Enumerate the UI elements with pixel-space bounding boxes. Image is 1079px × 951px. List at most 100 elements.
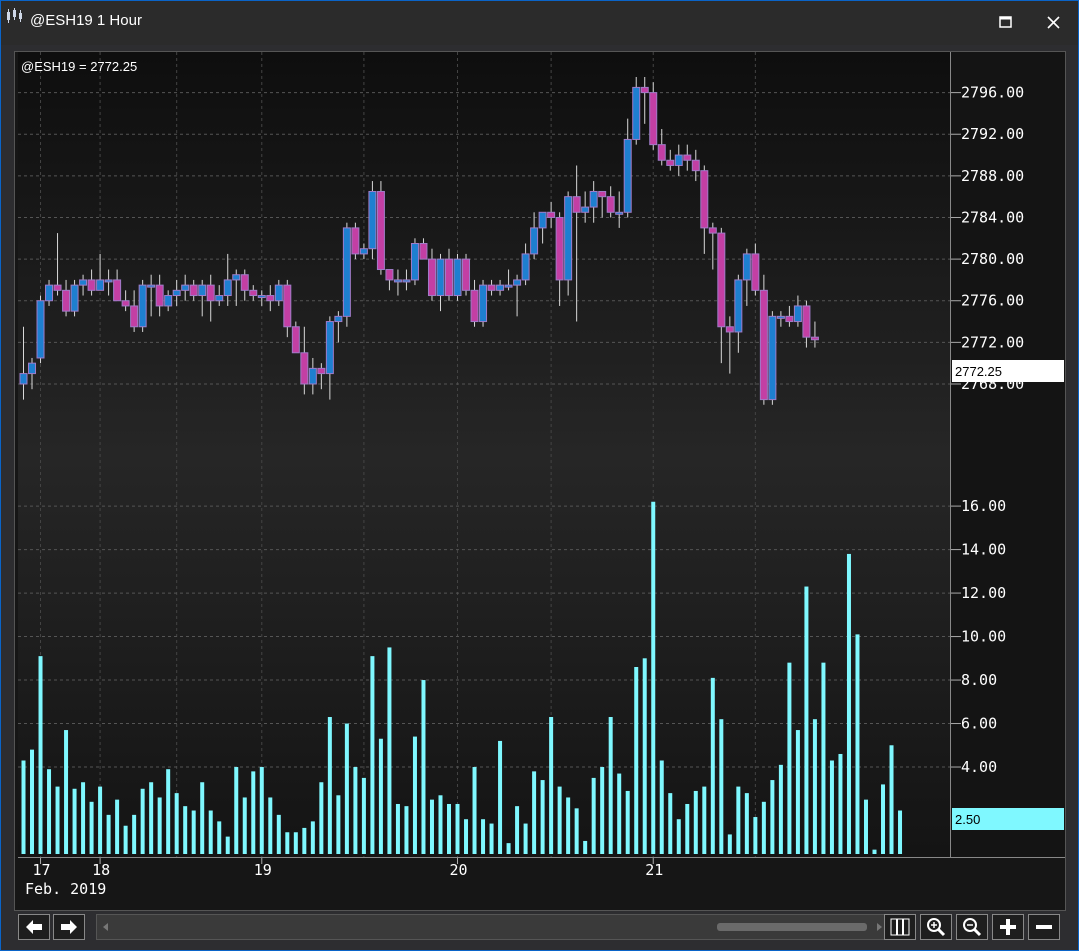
volume-bar bbox=[693, 790, 698, 854]
volume-tick-label: 14.00 bbox=[961, 541, 1006, 559]
maximize-button[interactable] bbox=[991, 7, 1021, 37]
candle bbox=[632, 77, 641, 145]
volume-bar bbox=[302, 827, 307, 854]
scroll-left-button[interactable] bbox=[18, 914, 50, 940]
last-volume-marker: 2.50 bbox=[952, 808, 1064, 830]
bar-spacing-button[interactable] bbox=[884, 914, 916, 940]
volume-tick-label: 16.00 bbox=[961, 497, 1006, 515]
candle-body-down bbox=[683, 154, 692, 161]
candle-body-down bbox=[113, 279, 122, 302]
scrollbar-thumb[interactable] bbox=[717, 923, 867, 931]
columns-icon bbox=[890, 918, 910, 936]
candle-body-down bbox=[317, 367, 326, 375]
volume-bar bbox=[812, 719, 817, 854]
volume-bar bbox=[268, 797, 273, 854]
volume-bar bbox=[668, 793, 673, 854]
volume-bar bbox=[81, 782, 86, 854]
volume-bar bbox=[447, 803, 451, 854]
scroll-right-button[interactable] bbox=[53, 914, 85, 940]
candle-body-down bbox=[266, 295, 275, 302]
volume-bar bbox=[600, 767, 605, 854]
volume-bar bbox=[140, 788, 145, 854]
volume-bar bbox=[259, 767, 264, 854]
plus-icon bbox=[1000, 919, 1016, 935]
time-tick-label: 17 bbox=[33, 861, 51, 879]
volume-bar bbox=[285, 832, 290, 854]
candle-body-down bbox=[445, 258, 453, 297]
volume-bar bbox=[608, 717, 613, 854]
candle-body-up bbox=[674, 154, 683, 166]
volume-bar bbox=[64, 730, 69, 854]
candle-body-up bbox=[496, 284, 505, 291]
volume-bar bbox=[523, 823, 528, 854]
volume-bar bbox=[174, 793, 179, 854]
candle-body-up bbox=[172, 289, 181, 297]
volume-bar bbox=[634, 667, 639, 854]
candle-body-down bbox=[470, 289, 479, 323]
price-tick-label: 2796.00 bbox=[961, 84, 1024, 102]
candle-body-down bbox=[751, 253, 760, 291]
candle-body-up bbox=[36, 300, 45, 359]
volume-bar bbox=[327, 717, 332, 854]
candle-body-up bbox=[257, 295, 266, 299]
volume-bar bbox=[761, 801, 766, 854]
volume-bar bbox=[208, 810, 213, 854]
candle-body-down bbox=[189, 284, 198, 297]
candle-body-down bbox=[283, 284, 292, 328]
last-price-value: 2772.25 bbox=[955, 364, 1002, 379]
price-tick-label: 2772.00 bbox=[961, 333, 1024, 351]
volume-bar bbox=[336, 795, 341, 854]
volume-bar bbox=[370, 656, 375, 854]
candle-body-down bbox=[419, 243, 428, 260]
volume-bar bbox=[361, 777, 366, 854]
volume-bar bbox=[251, 771, 256, 854]
volume-bar bbox=[38, 656, 43, 854]
volume-bar bbox=[727, 834, 732, 854]
volume-bar bbox=[617, 773, 622, 854]
candle-body-up bbox=[147, 284, 156, 288]
volume-bar bbox=[115, 799, 120, 854]
zoom-in-icon bbox=[927, 918, 946, 937]
volume-bar bbox=[72, 788, 77, 854]
volume-bar bbox=[404, 806, 409, 854]
volume-bar bbox=[770, 780, 775, 854]
time-scrollbar[interactable] bbox=[96, 914, 889, 940]
candle-body-up bbox=[393, 279, 402, 283]
candle bbox=[564, 191, 573, 296]
volume-bar bbox=[778, 764, 783, 854]
window-title: @ESH19 1 Hour bbox=[30, 12, 142, 29]
volume-tick-label: 8.00 bbox=[961, 671, 997, 689]
expand-button[interactable] bbox=[992, 914, 1024, 940]
zoom-out-icon bbox=[963, 918, 982, 937]
candle-body-up bbox=[342, 227, 351, 317]
candle-body-down bbox=[249, 289, 258, 297]
candle bbox=[768, 311, 777, 405]
scroll-left-small-icon bbox=[103, 923, 108, 931]
volume-tick-label: 10.00 bbox=[961, 628, 1006, 646]
x-axis-date-label: Feb. 2019 bbox=[25, 880, 106, 898]
symbol-price-label: @ESH19 = 2772.25 bbox=[21, 59, 137, 74]
volume-bar bbox=[149, 782, 154, 854]
title-bar[interactable]: @ESH19 1 Hour bbox=[1, 1, 1078, 45]
candle-body-down bbox=[640, 86, 649, 94]
last-price-marker: 2772.25 bbox=[952, 360, 1064, 382]
candle-body-down bbox=[351, 227, 360, 255]
candle-body-up bbox=[359, 248, 368, 255]
zoom-in-button[interactable] bbox=[920, 914, 952, 940]
candle bbox=[138, 279, 147, 332]
last-volume-value: 2.50 bbox=[955, 812, 980, 827]
price-tick-label: 2792.00 bbox=[961, 125, 1024, 143]
zoom-out-button[interactable] bbox=[956, 914, 988, 940]
time-tick-label: 19 bbox=[254, 861, 272, 879]
candle-body-up bbox=[776, 315, 785, 319]
chart-svg[interactable]: 2796.00 2792.00 2788.00 2784.00 2780.00 2776.… bbox=[15, 52, 1065, 910]
time-tick-label: 21 bbox=[645, 861, 663, 879]
volume-bar bbox=[719, 719, 724, 854]
candle-body-up bbox=[70, 284, 79, 312]
chart-area[interactable]: 2796.00 2792.00 2788.00 2784.00 2780.00 2776.… bbox=[14, 51, 1066, 911]
candle bbox=[351, 222, 360, 260]
compress-button[interactable] bbox=[1028, 914, 1060, 940]
volume-bar bbox=[455, 803, 460, 854]
candle-body-down bbox=[657, 144, 666, 161]
close-button[interactable] bbox=[1038, 7, 1068, 37]
